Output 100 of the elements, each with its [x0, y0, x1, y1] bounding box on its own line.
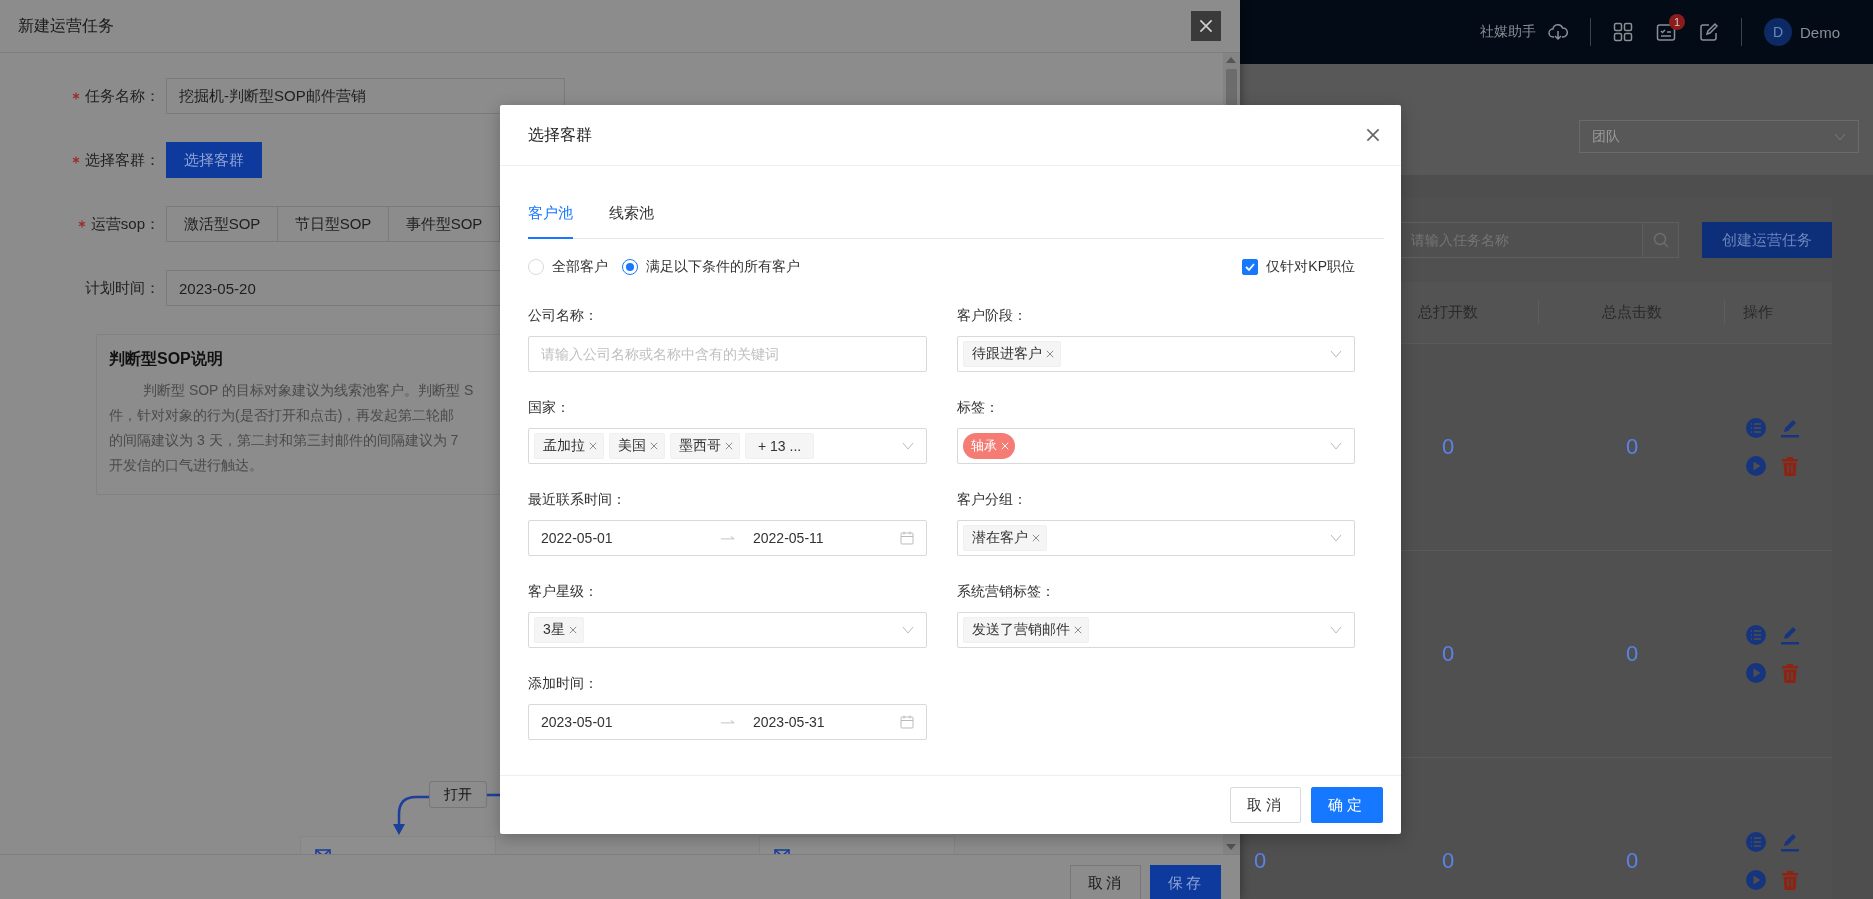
pencil-icon[interactable]: [1779, 417, 1801, 439]
field-label: 客户星级：: [528, 582, 598, 601]
pencil-icon[interactable]: [1779, 624, 1801, 646]
checkbox-option[interactable]: 仅针对KP职位: [1242, 258, 1355, 276]
checkbox-label: 仅针对KP职位: [1266, 258, 1355, 276]
end-date: 2023-05-31: [753, 714, 825, 730]
tag-label: 潜在客户: [972, 529, 1028, 547]
field-label: 添加时间：: [528, 674, 598, 693]
remove-icon[interactable]: [589, 442, 597, 450]
tag-label: 美国: [618, 437, 646, 455]
remove-icon[interactable]: [650, 442, 658, 450]
remove-icon[interactable]: [725, 442, 733, 450]
table-cell: 0: [1625, 641, 1639, 667]
tag-label: 轴承: [971, 437, 997, 455]
field-label: 系统营销标签：: [957, 582, 1055, 601]
select-group-button[interactable]: 选择客群: [166, 142, 262, 178]
checklist-icon[interactable]: [1656, 22, 1676, 42]
chevron-down-icon: [1330, 534, 1342, 542]
end-date: 2022-05-11: [753, 530, 824, 546]
segment-button[interactable]: 事件型SOP: [388, 206, 500, 242]
more-tag: + 13 ...: [745, 433, 815, 459]
play-icon[interactable]: [1745, 662, 1767, 684]
pencil-icon[interactable]: [1779, 831, 1801, 853]
edge-label: 打开: [429, 781, 487, 808]
edit-icon[interactable]: [1699, 22, 1719, 42]
tag-label: 发送了营销邮件: [972, 621, 1070, 639]
start-date: 2023-05-01: [541, 714, 614, 730]
select-field[interactable]: 3星: [528, 612, 927, 648]
play-icon[interactable]: [1745, 869, 1767, 891]
tag-label: 待跟进客户: [972, 345, 1042, 363]
field-label: 公司名称：: [528, 306, 598, 325]
team-select-placeholder: 团队: [1592, 127, 1620, 146]
tag-label: 孟加拉: [543, 437, 585, 455]
cancel-button[interactable]: 取消: [1230, 787, 1301, 823]
text-field[interactable]: 挖掘机-判断型SOP邮件营销: [166, 78, 565, 114]
checkbox[interactable]: [1242, 259, 1259, 275]
remove-icon[interactable]: [1074, 626, 1082, 634]
table-cell: 0: [1441, 434, 1455, 460]
chevron-down-icon: [1834, 132, 1846, 141]
close-button[interactable]: [1191, 11, 1221, 41]
field-label: 标签：: [957, 398, 999, 417]
connector-arrow: [393, 795, 429, 835]
dialog-title: 选择客群: [528, 124, 592, 145]
field-label: 客户阶段：: [957, 306, 1027, 325]
confirm-button[interactable]: 确定: [1311, 787, 1383, 823]
chevron-down-icon: [902, 442, 914, 450]
table-cell: 0: [1441, 848, 1455, 874]
list-icon[interactable]: [1745, 417, 1767, 439]
calendar-icon: [900, 715, 914, 729]
remove-icon[interactable]: [1032, 534, 1040, 542]
segment-button[interactable]: 激活型SOP: [166, 206, 278, 242]
grid-icon[interactable]: [1613, 22, 1633, 42]
remove-icon[interactable]: [568, 626, 577, 634]
remove-icon[interactable]: [1046, 350, 1054, 358]
text-field[interactable]: 请输入公司名称或名称中含有的关键词: [528, 336, 927, 372]
notification-badge: 1: [1669, 14, 1685, 30]
start-date: 2022-05-01: [541, 530, 614, 546]
chevron-down-icon: [1330, 350, 1342, 358]
chevron-down-icon: [902, 626, 914, 634]
cloud-download-icon[interactable]: [1548, 22, 1568, 42]
tab[interactable]: 线索池: [609, 180, 654, 239]
field-label: 最近联系时间：: [528, 490, 626, 509]
table-cell: 0: [1254, 848, 1267, 874]
drawer-title: 新建运营任务: [18, 15, 114, 36]
scroll-down-icon[interactable]: [1226, 844, 1236, 850]
chevron-down-icon: [1330, 626, 1342, 634]
tag-label: 3星: [543, 621, 565, 639]
save-button[interactable]: 保存: [1150, 865, 1221, 899]
field-label: 客户分组：: [957, 490, 1027, 509]
info-title: 判断型SOP说明: [109, 349, 223, 369]
date-range-field[interactable]: 2023-05-01 2023-05-31: [528, 704, 927, 740]
select-field[interactable]: 发送了营销邮件: [957, 612, 1355, 648]
chevron-down-icon: [1330, 442, 1342, 450]
date-range-field[interactable]: 2022-05-01 2022-05-11: [528, 520, 927, 556]
list-icon[interactable]: [1745, 624, 1767, 646]
tab[interactable]: 客户池: [528, 180, 573, 239]
play-icon[interactable]: [1745, 455, 1767, 477]
field-label: 计划时间：: [85, 278, 160, 298]
field-label: 选择客群：: [85, 150, 160, 170]
user-avatar[interactable]: D: [1764, 18, 1792, 46]
calendar-icon: [900, 531, 914, 545]
search-icon: [1652, 232, 1669, 248]
user-name[interactable]: Demo: [1800, 23, 1840, 41]
cancel-button[interactable]: 取消: [1070, 865, 1141, 899]
create-task-button[interactable]: 创建运营任务: [1702, 222, 1832, 258]
tag-label: 墨西哥: [679, 437, 721, 455]
search-button[interactable]: [1643, 222, 1679, 258]
table-cell: 0: [1441, 641, 1455, 667]
select-field[interactable]: 潜在客户: [957, 520, 1355, 556]
list-icon[interactable]: [1745, 831, 1767, 853]
segment-button[interactable]: 节日型SOP: [277, 206, 389, 242]
select-field[interactable]: 待跟进客户: [957, 336, 1355, 372]
info-text: 判断型 SOP 的目标对象建议为线索池客户。判断型 S: [142, 381, 474, 400]
field-label: 国家：: [528, 398, 570, 417]
field-label: 任务名称：: [85, 86, 160, 106]
field-label: 运营sop：: [90, 214, 160, 234]
assistant-label[interactable]: 社媒助手: [1480, 23, 1536, 41]
table-cell: 0: [1625, 848, 1639, 874]
table-cell: 0: [1625, 434, 1639, 460]
select-field[interactable]: 孟加拉 美国 墨西哥 + 13 ...: [528, 428, 927, 464]
